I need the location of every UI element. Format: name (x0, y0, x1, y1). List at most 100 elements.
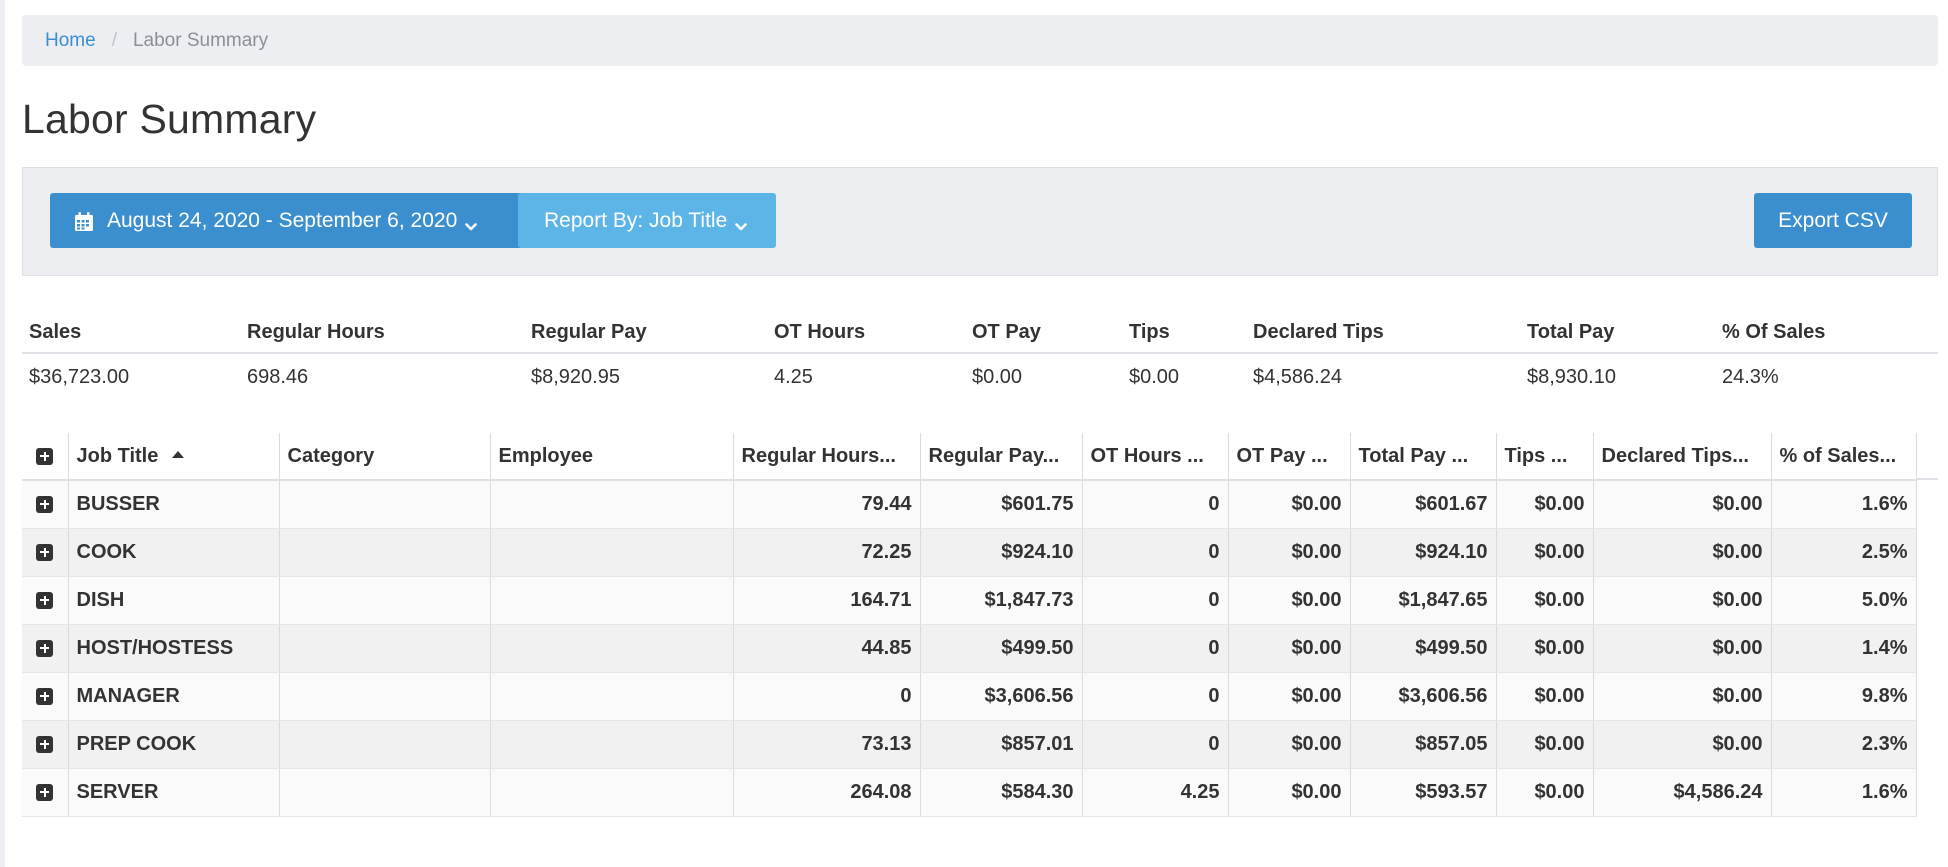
table-row[interactable]: HOST/HOSTESS 44.85 $499.50 0 $0.00 $499.… (22, 624, 1917, 673)
cell-percent-of-sales: 1.6% (1770, 480, 1917, 529)
column-header-declared-tips[interactable]: Declared Tips... (1592, 433, 1771, 481)
plus-square-icon[interactable] (36, 783, 54, 801)
breadcrumb-current: Labor Summary (132, 29, 269, 51)
summary-value-ot-hours: 4.25 (774, 366, 813, 388)
grid-header-row: Job Title Category Employee Regular Hour… (22, 433, 1917, 481)
row-expand-cell[interactable] (22, 768, 68, 817)
date-range-button[interactable]: August 24, 2020 - September 6, 2020 (50, 193, 535, 248)
column-header-category[interactable]: Category (278, 433, 490, 481)
cell-regular-hours: 44.85 (732, 624, 920, 673)
cell-total-pay: $1,847.65 (1349, 576, 1496, 625)
cell-declared-tips: $0.00 (1592, 720, 1771, 769)
cell-employee (489, 528, 733, 577)
report-by-button[interactable]: Report By: Job Title (518, 193, 776, 248)
cell-tips: $0.00 (1495, 768, 1593, 817)
cell-job-title: HOST/HOSTESS (67, 624, 279, 673)
cell-percent-of-sales: 1.4% (1770, 624, 1917, 673)
cell-employee (489, 720, 733, 769)
cell-regular-pay: $857.01 (919, 720, 1082, 769)
cell-percent-of-sales: 1.6% (1770, 768, 1917, 817)
cell-regular-hours: 72.25 (732, 528, 920, 577)
cell-job-title: COOK (67, 528, 279, 577)
table-row[interactable]: COOK 72.25 $924.10 0 $0.00 $924.10 $0.00… (22, 528, 1917, 577)
cell-job-title: MANAGER (67, 672, 279, 721)
cell-percent-of-sales: 2.5% (1770, 528, 1917, 577)
table-row[interactable]: MANAGER 0 $3,606.56 0 $0.00 $3,606.56 $0… (22, 672, 1917, 721)
cell-ot-hours: 0 (1081, 576, 1228, 625)
cell-declared-tips: $0.00 (1592, 672, 1771, 721)
summary-value-ot-pay: $0.00 (972, 366, 1023, 388)
plus-square-icon[interactable] (36, 447, 54, 465)
cell-employee (489, 576, 733, 625)
plus-square-icon[interactable] (36, 591, 54, 609)
column-header-regular-hours[interactable]: Regular Hours... (732, 433, 920, 481)
table-row[interactable]: DISH 164.71 $1,847.73 0 $0.00 $1,847.65 … (22, 576, 1917, 625)
cell-employee (489, 480, 733, 529)
plus-square-icon[interactable] (36, 495, 54, 513)
cell-declared-tips: $0.00 (1592, 576, 1771, 625)
column-header-employee[interactable]: Employee (489, 433, 733, 481)
cell-declared-tips: $0.00 (1592, 480, 1771, 529)
row-expand-cell[interactable] (22, 528, 68, 577)
summary-header-regular-hours: Regular Hours (240, 312, 524, 354)
cell-tips: $0.00 (1495, 480, 1593, 529)
cell-category (278, 624, 490, 673)
cell-percent-of-sales: 2.3% (1770, 720, 1917, 769)
row-expand-cell[interactable] (22, 672, 68, 721)
column-header-percent-of-sales[interactable]: % of Sales... (1770, 433, 1917, 481)
cell-regular-hours: 0 (732, 672, 920, 721)
column-header-tips[interactable]: Tips ... (1495, 433, 1593, 481)
row-expand-cell[interactable] (22, 720, 68, 769)
plus-square-icon[interactable] (36, 639, 54, 657)
column-header-ot-pay[interactable]: OT Pay ... (1227, 433, 1350, 481)
summary-value-declared-tips: $4,586.24 (1253, 366, 1342, 388)
cell-ot-pay: $0.00 (1227, 528, 1350, 577)
cell-regular-pay: $1,847.73 (919, 576, 1082, 625)
table-row[interactable]: SERVER 264.08 $584.30 4.25 $0.00 $593.57… (22, 768, 1917, 817)
summary-header-ot-pay: OT Pay (965, 312, 1122, 354)
column-header-job-title[interactable]: Job Title (67, 433, 279, 481)
cell-regular-pay: $3,606.56 (919, 672, 1082, 721)
column-header-regular-pay[interactable]: Regular Pay... (919, 433, 1082, 481)
summary-value-tips: $0.00 (1129, 366, 1180, 388)
cell-total-pay: $601.67 (1349, 480, 1496, 529)
job-title-grid: Job Title Category Employee Regular Hour… (22, 433, 1917, 817)
breadcrumb-home-link[interactable]: Home (45, 30, 96, 52)
cell-ot-pay: $0.00 (1227, 576, 1350, 625)
cell-regular-hours: 73.13 (732, 720, 920, 769)
summary-table: Sales Regular Hours Regular Pay OT Hours… (22, 312, 1938, 401)
cell-ot-hours: 0 (1081, 672, 1228, 721)
cell-tips: $0.00 (1495, 528, 1593, 577)
cell-category (278, 480, 490, 529)
column-header-ot-hours[interactable]: OT Hours ... (1081, 433, 1228, 481)
cell-ot-hours: 0 (1081, 720, 1228, 769)
row-expand-cell[interactable] (22, 624, 68, 673)
summary-value-regular-pay: $8,920.95 (531, 366, 620, 388)
cell-regular-pay: $499.50 (919, 624, 1082, 673)
export-csv-button[interactable]: Export CSV (1754, 193, 1912, 248)
summary-header-row: Sales Regular Hours Regular Pay OT Hours… (22, 312, 1938, 354)
table-row[interactable]: PREP COOK 73.13 $857.01 0 $0.00 $857.05 … (22, 720, 1917, 769)
table-row[interactable]: BUSSER 79.44 $601.75 0 $0.00 $601.67 $0.… (22, 480, 1917, 529)
row-expand-cell[interactable] (22, 480, 68, 529)
column-label: Job Title (76, 444, 159, 467)
plus-square-icon[interactable] (36, 687, 54, 705)
cell-job-title: BUSSER (67, 480, 279, 529)
summary-value-regular-hours: 698.46 (247, 366, 309, 388)
summary-header-total-pay: Total Pay (1520, 312, 1715, 354)
row-expand-cell[interactable] (22, 576, 68, 625)
expand-all-header[interactable] (22, 433, 68, 481)
plus-square-icon[interactable] (36, 543, 54, 561)
cell-category (278, 576, 490, 625)
cell-regular-hours: 164.71 (732, 576, 920, 625)
cell-ot-hours: 4.25 (1081, 768, 1228, 817)
plus-square-icon[interactable] (36, 735, 54, 753)
summary-header-declared-tips: Declared Tips (1246, 312, 1520, 354)
cell-total-pay: $924.10 (1349, 528, 1496, 577)
cell-regular-hours: 79.44 (732, 480, 920, 529)
summary-header-tips: Tips (1122, 312, 1246, 354)
breadcrumb-separator: / (111, 29, 117, 51)
column-header-total-pay[interactable]: Total Pay ... (1349, 433, 1496, 481)
cell-ot-pay: $0.00 (1227, 672, 1350, 721)
cell-tips: $0.00 (1495, 624, 1593, 673)
